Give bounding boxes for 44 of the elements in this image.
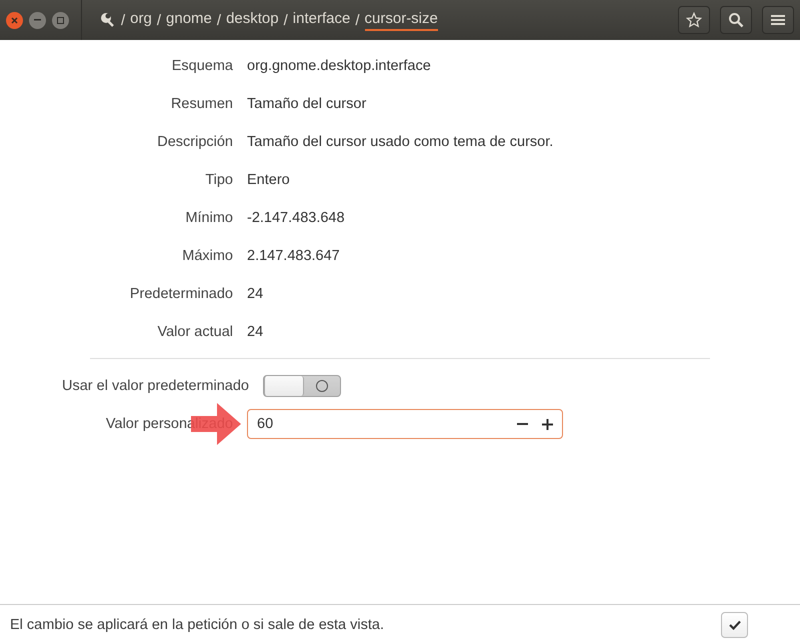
path-separator: / <box>355 12 360 28</box>
wrench-icon <box>100 12 116 28</box>
path-segment[interactable]: desktop <box>226 10 279 30</box>
property-value: Tamaño del cursor <box>247 96 368 112</box>
property-label: Resumen <box>170 96 233 112</box>
property-value: 24 <box>247 286 264 302</box>
switch-label: Usar el valor predeterminado <box>61 378 249 394</box>
search-button[interactable] <box>720 6 752 34</box>
property-value: org.gnome.desktop.interface <box>247 58 432 74</box>
plus-icon <box>542 418 553 430</box>
menu-icon <box>771 14 785 26</box>
bookmark-button[interactable] <box>678 6 710 34</box>
property-value: -2.147.483.648 <box>247 210 346 226</box>
maximize-icon[interactable] <box>52 12 69 28</box>
property-value: Entero <box>247 172 291 188</box>
property-label: Predeterminado <box>128 286 233 302</box>
path-separator: / <box>216 12 222 28</box>
minus-icon <box>517 423 528 425</box>
number-field[interactable]: 60 <box>247 409 563 439</box>
property-value: 24 <box>247 324 264 340</box>
property-label: Esquema <box>170 58 233 74</box>
apply-button[interactable] <box>721 612 748 638</box>
minimize-icon[interactable] <box>29 12 46 28</box>
path-segment[interactable]: cursor-size <box>364 10 438 30</box>
property-value: Tamaño del cursor usado como tema de cursor. <box>247 134 554 150</box>
path-separator: / <box>121 12 126 28</box>
footer-message: El cambio se aplicará en la petición o si sale de esta vista. <box>10 616 384 632</box>
property-label: Máximo <box>181 248 233 264</box>
star-icon <box>686 12 702 28</box>
property-label: Valor actual <box>156 324 233 340</box>
path-segment[interactable]: gnome <box>166 10 212 30</box>
property-value: 2.147.483.647 <box>247 248 341 264</box>
close-icon[interactable] <box>6 12 23 28</box>
checkmark-icon <box>728 620 740 630</box>
path-segment[interactable]: interface <box>292 10 350 30</box>
menu-button[interactable] <box>762 6 794 34</box>
search-icon <box>728 12 744 28</box>
property-label: Mínimo <box>184 210 233 226</box>
path-segment[interactable]: org <box>130 10 152 30</box>
property-label: Tipo <box>204 172 233 188</box>
path-separator: / <box>284 12 288 28</box>
default-switch[interactable] <box>263 375 341 397</box>
property-label: Descripción <box>156 134 233 150</box>
path-separator: / <box>156 12 162 28</box>
